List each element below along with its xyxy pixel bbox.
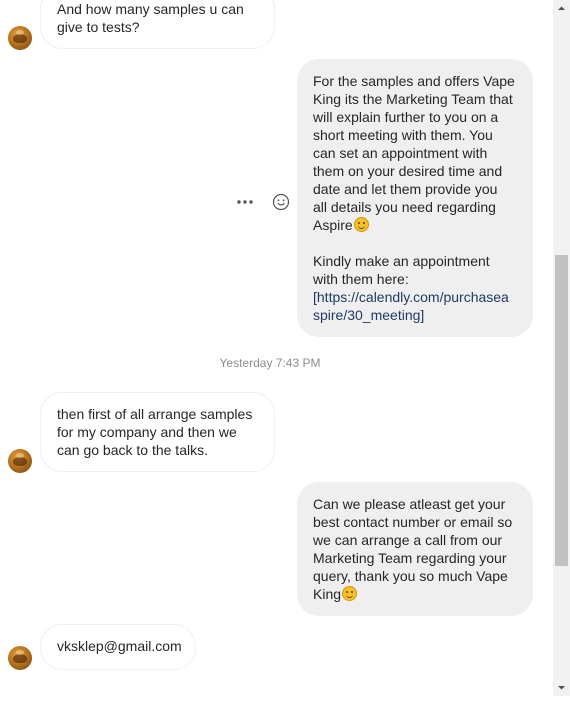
appointment-link[interactable]: [https://calendly.com/purchasea [313,288,517,306]
message-timestamp: Yesterday 7:43 PM [219,356,321,370]
message-text-line: Kindly make an appointment [313,253,490,269]
message-text-line: can set an appointment with [313,145,488,161]
message-text-line: Marketing Team regarding your [313,550,507,566]
incoming-message-bubble[interactable]: And how many samples u can give to tests… [40,0,275,49]
message-text-fragment: King [313,586,342,602]
message-text-line: Aspire [313,216,517,234]
message-text-line: we can arrange a call from our [313,532,503,548]
message-text-line: King its the Marketing Team that [313,91,513,107]
contact-avatar[interactable] [8,26,32,50]
message-text-line: vksklep@gmail.com [57,638,182,654]
message-text-line: Can we please atleast get your [313,496,506,512]
outgoing-message-bubble[interactable]: Can we please atleast get your best cont… [297,482,533,616]
message-text-line: can go back to the talks. [57,442,208,458]
scroll-up-arrow-icon[interactable] [553,0,570,17]
message-thread: And how many samples u can give to tests… [0,0,553,696]
contact-avatar[interactable] [8,646,32,670]
message-text-line: For the samples and offers Vape [313,73,515,89]
message-text-line: will explain further to you on a [313,109,499,125]
message-text-line: And how many samples u can [57,1,244,17]
message-text-fragment: Aspire [313,217,353,233]
message-text-line: for my company and then we [57,424,237,440]
emoji-reaction-icon[interactable] [272,193,290,211]
message-text-line: date and let them provide you [313,181,498,197]
smiling-face-emoji [353,217,369,232]
scrollbar-thumb[interactable] [555,255,568,566]
message-text-line: then first of all arrange samples [57,406,253,422]
message-text-line: all details you need regarding [313,199,496,215]
smiling-face-emoji [342,586,358,601]
message-text-line: give to tests? [57,19,140,35]
message-text-line: best contact number or email so [313,514,513,530]
message-text-line: with them here: [313,271,409,287]
appointment-link[interactable]: spire/30_meeting] [313,306,517,324]
scroll-down-arrow-icon[interactable] [553,679,570,696]
incoming-message-bubble[interactable]: then first of all arrange samples for my… [40,392,275,472]
incoming-message-bubble[interactable]: vksklep@gmail.com [40,624,196,670]
message-text-line: query, thank you so much Vape [313,568,508,584]
contact-avatar[interactable] [8,449,32,473]
message-text-line: short meeting with them. You [313,127,493,143]
scrollbar[interactable] [553,0,570,696]
message-text-line: them on your desired time and [313,163,503,179]
more-options-icon[interactable] [234,194,256,210]
message-text-line: King [313,585,517,603]
outgoing-message-bubble[interactable]: For the samples and offers Vape King its… [297,59,533,337]
